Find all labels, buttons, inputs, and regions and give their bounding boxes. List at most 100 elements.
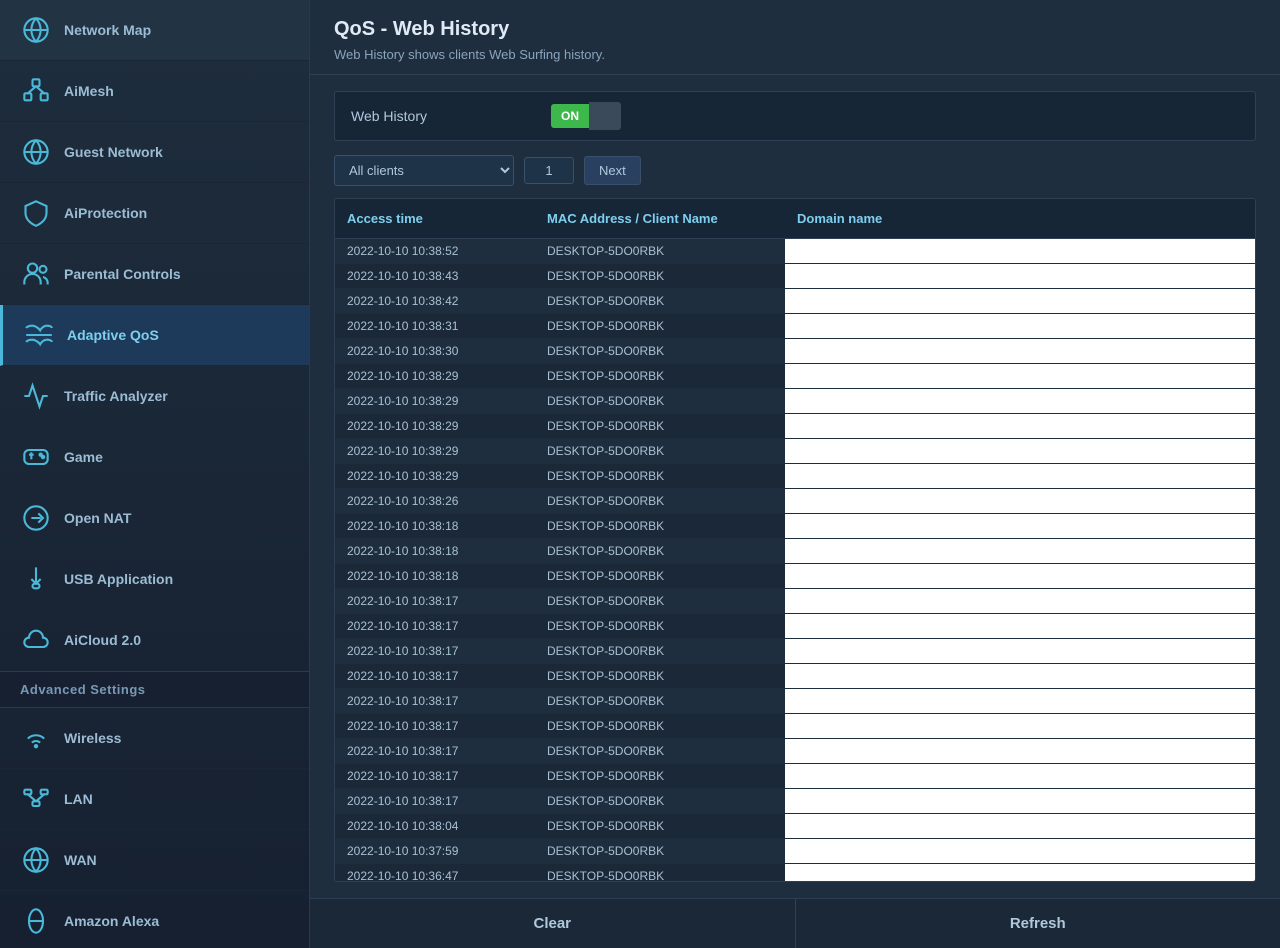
access-time-cell: 2022-10-10 10:36:47 (335, 864, 535, 881)
client-name-cell: DESKTOP-5DO0RBK (535, 389, 785, 413)
sidebar-item-lan[interactable]: LAN (0, 769, 309, 830)
domain-cell (785, 639, 1255, 663)
sidebar-item-traffic-analyzer[interactable]: Traffic Analyzer (0, 366, 309, 427)
sidebar-item-game[interactable]: Game (0, 427, 309, 488)
client-name-cell: DESKTOP-5DO0RBK (535, 564, 785, 588)
client-name-cell: DESKTOP-5DO0RBK (535, 414, 785, 438)
sidebar-item-amazon-alexa[interactable]: Amazon Alexa (0, 891, 309, 948)
clear-button[interactable]: Clear (310, 899, 796, 948)
sidebar-item-aimesh[interactable]: AiMesh (0, 61, 309, 122)
table-row: 2022-10-10 10:38:17 DESKTOP-5DO0RBK (335, 639, 1255, 664)
client-name-cell: DESKTOP-5DO0RBK (535, 714, 785, 738)
access-time-cell: 2022-10-10 10:38:52 (335, 239, 535, 263)
content-area: Web History ON All clients Next Access t… (310, 75, 1280, 898)
table-row: 2022-10-10 10:38:17 DESKTOP-5DO0RBK (335, 614, 1255, 639)
sidebar-item-aicloud[interactable]: AiCloud 2.0 (0, 610, 309, 671)
qos-icon (23, 319, 55, 351)
client-name-cell: DESKTOP-5DO0RBK (535, 289, 785, 313)
web-history-toggle[interactable]: ON (551, 102, 621, 130)
domain-cell (785, 564, 1255, 588)
table-row: 2022-10-10 10:38:17 DESKTOP-5DO0RBK (335, 739, 1255, 764)
client-name-cell: DESKTOP-5DO0RBK (535, 464, 785, 488)
client-filter-select[interactable]: All clients (334, 155, 514, 186)
client-name-cell: DESKTOP-5DO0RBK (535, 264, 785, 288)
domain-cell (785, 289, 1255, 313)
refresh-button[interactable]: Refresh (796, 899, 1280, 948)
nat-icon (20, 502, 52, 534)
sidebar-item-adaptive-qos[interactable]: Adaptive QoS (0, 305, 309, 366)
table-row: 2022-10-10 10:38:18 DESKTOP-5DO0RBK (335, 514, 1255, 539)
table-row: 2022-10-10 10:38:43 DESKTOP-5DO0RBK (335, 264, 1255, 289)
table-row: 2022-10-10 10:38:52 DESKTOP-5DO0RBK (335, 239, 1255, 264)
gamepad-icon (20, 441, 52, 473)
access-time-cell: 2022-10-10 10:38:31 (335, 314, 535, 338)
domain-cell (785, 839, 1255, 863)
sidebar-label-traffic-analyzer: Traffic Analyzer (64, 388, 168, 404)
client-name-cell: DESKTOP-5DO0RBK (535, 364, 785, 388)
client-name-cell: DESKTOP-5DO0RBK (535, 839, 785, 863)
header-mac-client: MAC Address / Client Name (535, 207, 785, 230)
client-name-cell: DESKTOP-5DO0RBK (535, 614, 785, 638)
globe-icon (20, 844, 52, 876)
table-row: 2022-10-10 10:38:18 DESKTOP-5DO0RBK (335, 564, 1255, 589)
sidebar-label-game: Game (64, 449, 103, 465)
toggle-on-label: ON (551, 104, 589, 128)
access-time-cell: 2022-10-10 10:38:18 (335, 564, 535, 588)
access-time-cell: 2022-10-10 10:38:17 (335, 739, 535, 763)
domain-cell (785, 614, 1255, 638)
domain-cell (785, 714, 1255, 738)
sidebar-item-aiprotection[interactable]: AiProtection (0, 183, 309, 244)
domain-cell (785, 689, 1255, 713)
table-row: 2022-10-10 10:38:42 DESKTOP-5DO0RBK (335, 289, 1255, 314)
domain-cell (785, 739, 1255, 763)
sidebar-item-parental-controls[interactable]: Parental Controls (0, 244, 309, 305)
chart-icon (20, 380, 52, 412)
table-row: 2022-10-10 10:38:29 DESKTOP-5DO0RBK (335, 439, 1255, 464)
table-row: 2022-10-10 10:38:17 DESKTOP-5DO0RBK (335, 664, 1255, 689)
table-row: 2022-10-10 10:38:04 DESKTOP-5DO0RBK (335, 814, 1255, 839)
page-description: Web History shows clients Web Surfing hi… (334, 47, 1256, 62)
table-row: 2022-10-10 10:38:29 DESKTOP-5DO0RBK (335, 389, 1255, 414)
lan-icon (20, 783, 52, 815)
access-time-cell: 2022-10-10 10:38:17 (335, 614, 535, 638)
client-name-cell: DESKTOP-5DO0RBK (535, 489, 785, 513)
access-time-cell: 2022-10-10 10:38:17 (335, 714, 535, 738)
next-button[interactable]: Next (584, 156, 641, 185)
access-time-cell: 2022-10-10 10:38:29 (335, 414, 535, 438)
access-time-cell: 2022-10-10 10:38:18 (335, 539, 535, 563)
sidebar-label-parental-controls: Parental Controls (64, 266, 181, 282)
domain-cell (785, 764, 1255, 788)
client-name-cell: DESKTOP-5DO0RBK (535, 589, 785, 613)
wifi-icon (20, 722, 52, 754)
page-header: QoS - Web History Web History shows clie… (310, 0, 1280, 75)
sidebar-item-open-nat[interactable]: Open NAT (0, 488, 309, 549)
shield-icon (20, 197, 52, 229)
domain-cell (785, 814, 1255, 838)
sidebar-item-usb-application[interactable]: USB Application (0, 549, 309, 610)
access-time-cell: 2022-10-10 10:38:18 (335, 514, 535, 538)
sidebar-label-usb-application: USB Application (64, 571, 173, 587)
sidebar-label-guest-network: Guest Network (64, 144, 163, 160)
sidebar-item-network-map[interactable]: Network Map (0, 0, 309, 61)
table-body[interactable]: 2022-10-10 10:38:52 DESKTOP-5DO0RBK 2022… (335, 239, 1255, 881)
access-time-cell: 2022-10-10 10:38:17 (335, 689, 535, 713)
toggle-label: Web History (351, 108, 551, 124)
table-row: 2022-10-10 10:38:26 DESKTOP-5DO0RBK (335, 489, 1255, 514)
page-number-input[interactable] (524, 157, 574, 184)
domain-cell (785, 439, 1255, 463)
domain-cell (785, 414, 1255, 438)
domain-cell (785, 314, 1255, 338)
globe-icon (20, 14, 52, 46)
access-time-cell: 2022-10-10 10:38:43 (335, 264, 535, 288)
sidebar-label-aicloud: AiCloud 2.0 (64, 632, 141, 648)
sidebar-item-guest-network[interactable]: Guest Network (0, 122, 309, 183)
access-time-cell: 2022-10-10 10:38:17 (335, 589, 535, 613)
sidebar-item-wireless[interactable]: Wireless (0, 708, 309, 769)
table-row: 2022-10-10 10:38:31 DESKTOP-5DO0RBK (335, 314, 1255, 339)
cloud-icon (20, 624, 52, 656)
sidebar-label-aiprotection: AiProtection (64, 205, 147, 221)
table-row: 2022-10-10 10:38:29 DESKTOP-5DO0RBK (335, 464, 1255, 489)
table-row: 2022-10-10 10:38:29 DESKTOP-5DO0RBK (335, 414, 1255, 439)
sidebar-item-wan[interactable]: WAN (0, 830, 309, 891)
table-row: 2022-10-10 10:38:30 DESKTOP-5DO0RBK (335, 339, 1255, 364)
